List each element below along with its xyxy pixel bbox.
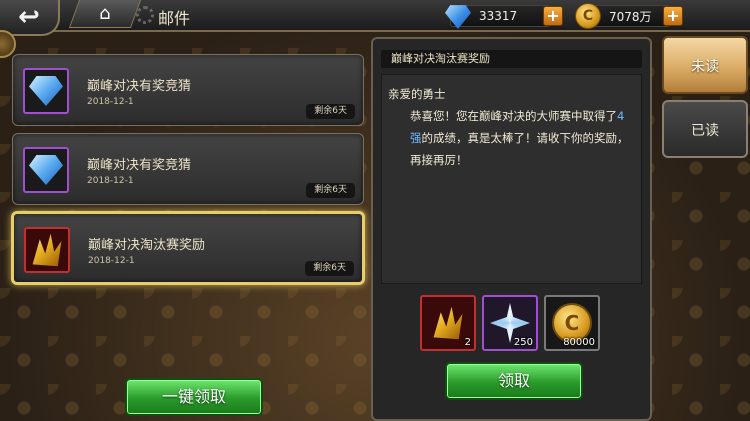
mail-remaining-badge: 剩余6天: [305, 261, 354, 276]
claim-all-button[interactable]: 一键领取: [125, 378, 263, 416]
home-button[interactable]: ⌂: [68, 0, 142, 28]
reward-item[interactable]: C 80000: [544, 295, 600, 351]
detail-title: 巅峰对决淘汰赛奖励: [381, 50, 642, 68]
add-diamond-button[interactable]: +: [543, 6, 563, 26]
weapon-icon: [32, 233, 62, 267]
diamond-icon: [29, 155, 63, 185]
message-part1: 恭喜您！您在巅峰对决的大师赛中取得了: [410, 109, 617, 123]
mail-thumbnail: [23, 147, 69, 193]
weapon-icon: [433, 306, 463, 340]
mail-title: 巅峰对决淘汰赛奖励: [88, 238, 206, 253]
back-arrow-icon: ↩: [18, 2, 40, 32]
mail-greeting: 亲爱的勇士: [388, 87, 446, 101]
mail-item[interactable]: 巅峰对决有奖竞猜 2018-12-1 剩余6天: [12, 133, 364, 205]
mail-remaining-badge: 剩余6天: [306, 104, 355, 119]
mail-thumbnail: [23, 68, 69, 114]
reward-count: 80000: [563, 337, 595, 348]
gold-coin-icon: C: [575, 3, 601, 29]
message-part2: 的成绩，真是太棒了！请收下你的奖励，再接再厉！: [410, 131, 629, 167]
mail-detail-panel: 巅峰对决淘汰赛奖励 亲爱的勇士 恭喜您！您在巅峰对决的大师赛中取得了4强的成绩，…: [371, 37, 652, 421]
home-icon: ⌂: [99, 3, 111, 24]
tab-read[interactable]: 已读: [662, 100, 748, 158]
reward-item[interactable]: 250: [482, 295, 538, 351]
mail-body: 亲爱的勇士 恭喜您！您在巅峰对决的大师赛中取得了4强的成绩，真是太棒了！请收下你…: [381, 74, 642, 284]
claim-button[interactable]: 领取: [445, 362, 583, 400]
mail-item-selected[interactable]: 巅峰对决淘汰赛奖励 2018-12-1 剩余6天: [11, 211, 365, 285]
mail-title: 巅峰对决有奖竞猜: [87, 158, 192, 173]
back-button[interactable]: ↩: [0, 0, 60, 36]
add-gold-button[interactable]: +: [663, 6, 683, 26]
mail-date: 2018-12-1: [87, 97, 134, 107]
diamond-counter: 33317 +: [445, 5, 563, 29]
mail-item[interactable]: 巅峰对决有奖竞猜 2018-12-1 剩余6天: [12, 54, 364, 126]
mail-date: 2018-12-1: [87, 176, 134, 186]
tab-unread[interactable]: 未读: [662, 36, 748, 94]
reward-count: 2: [464, 337, 471, 348]
diamond-icon: [29, 76, 63, 106]
reward-count: 250: [513, 337, 533, 348]
mail-title: 巅峰对决有奖竞猜: [87, 79, 192, 94]
page-title: 邮件: [158, 9, 191, 28]
mail-date: 2018-12-1: [88, 256, 135, 266]
gold-counter: C 7078万 +: [575, 3, 683, 29]
mail-remaining-badge: 剩余6天: [306, 183, 355, 198]
mail-message: 恭喜您！您在巅峰对决的大师赛中取得了4强的成绩，真是太棒了！请收下你的奖励，再接…: [388, 105, 635, 171]
reward-item[interactable]: 2: [420, 295, 476, 351]
gear-icon: [136, 6, 154, 24]
mail-thumbnail: [24, 227, 70, 273]
